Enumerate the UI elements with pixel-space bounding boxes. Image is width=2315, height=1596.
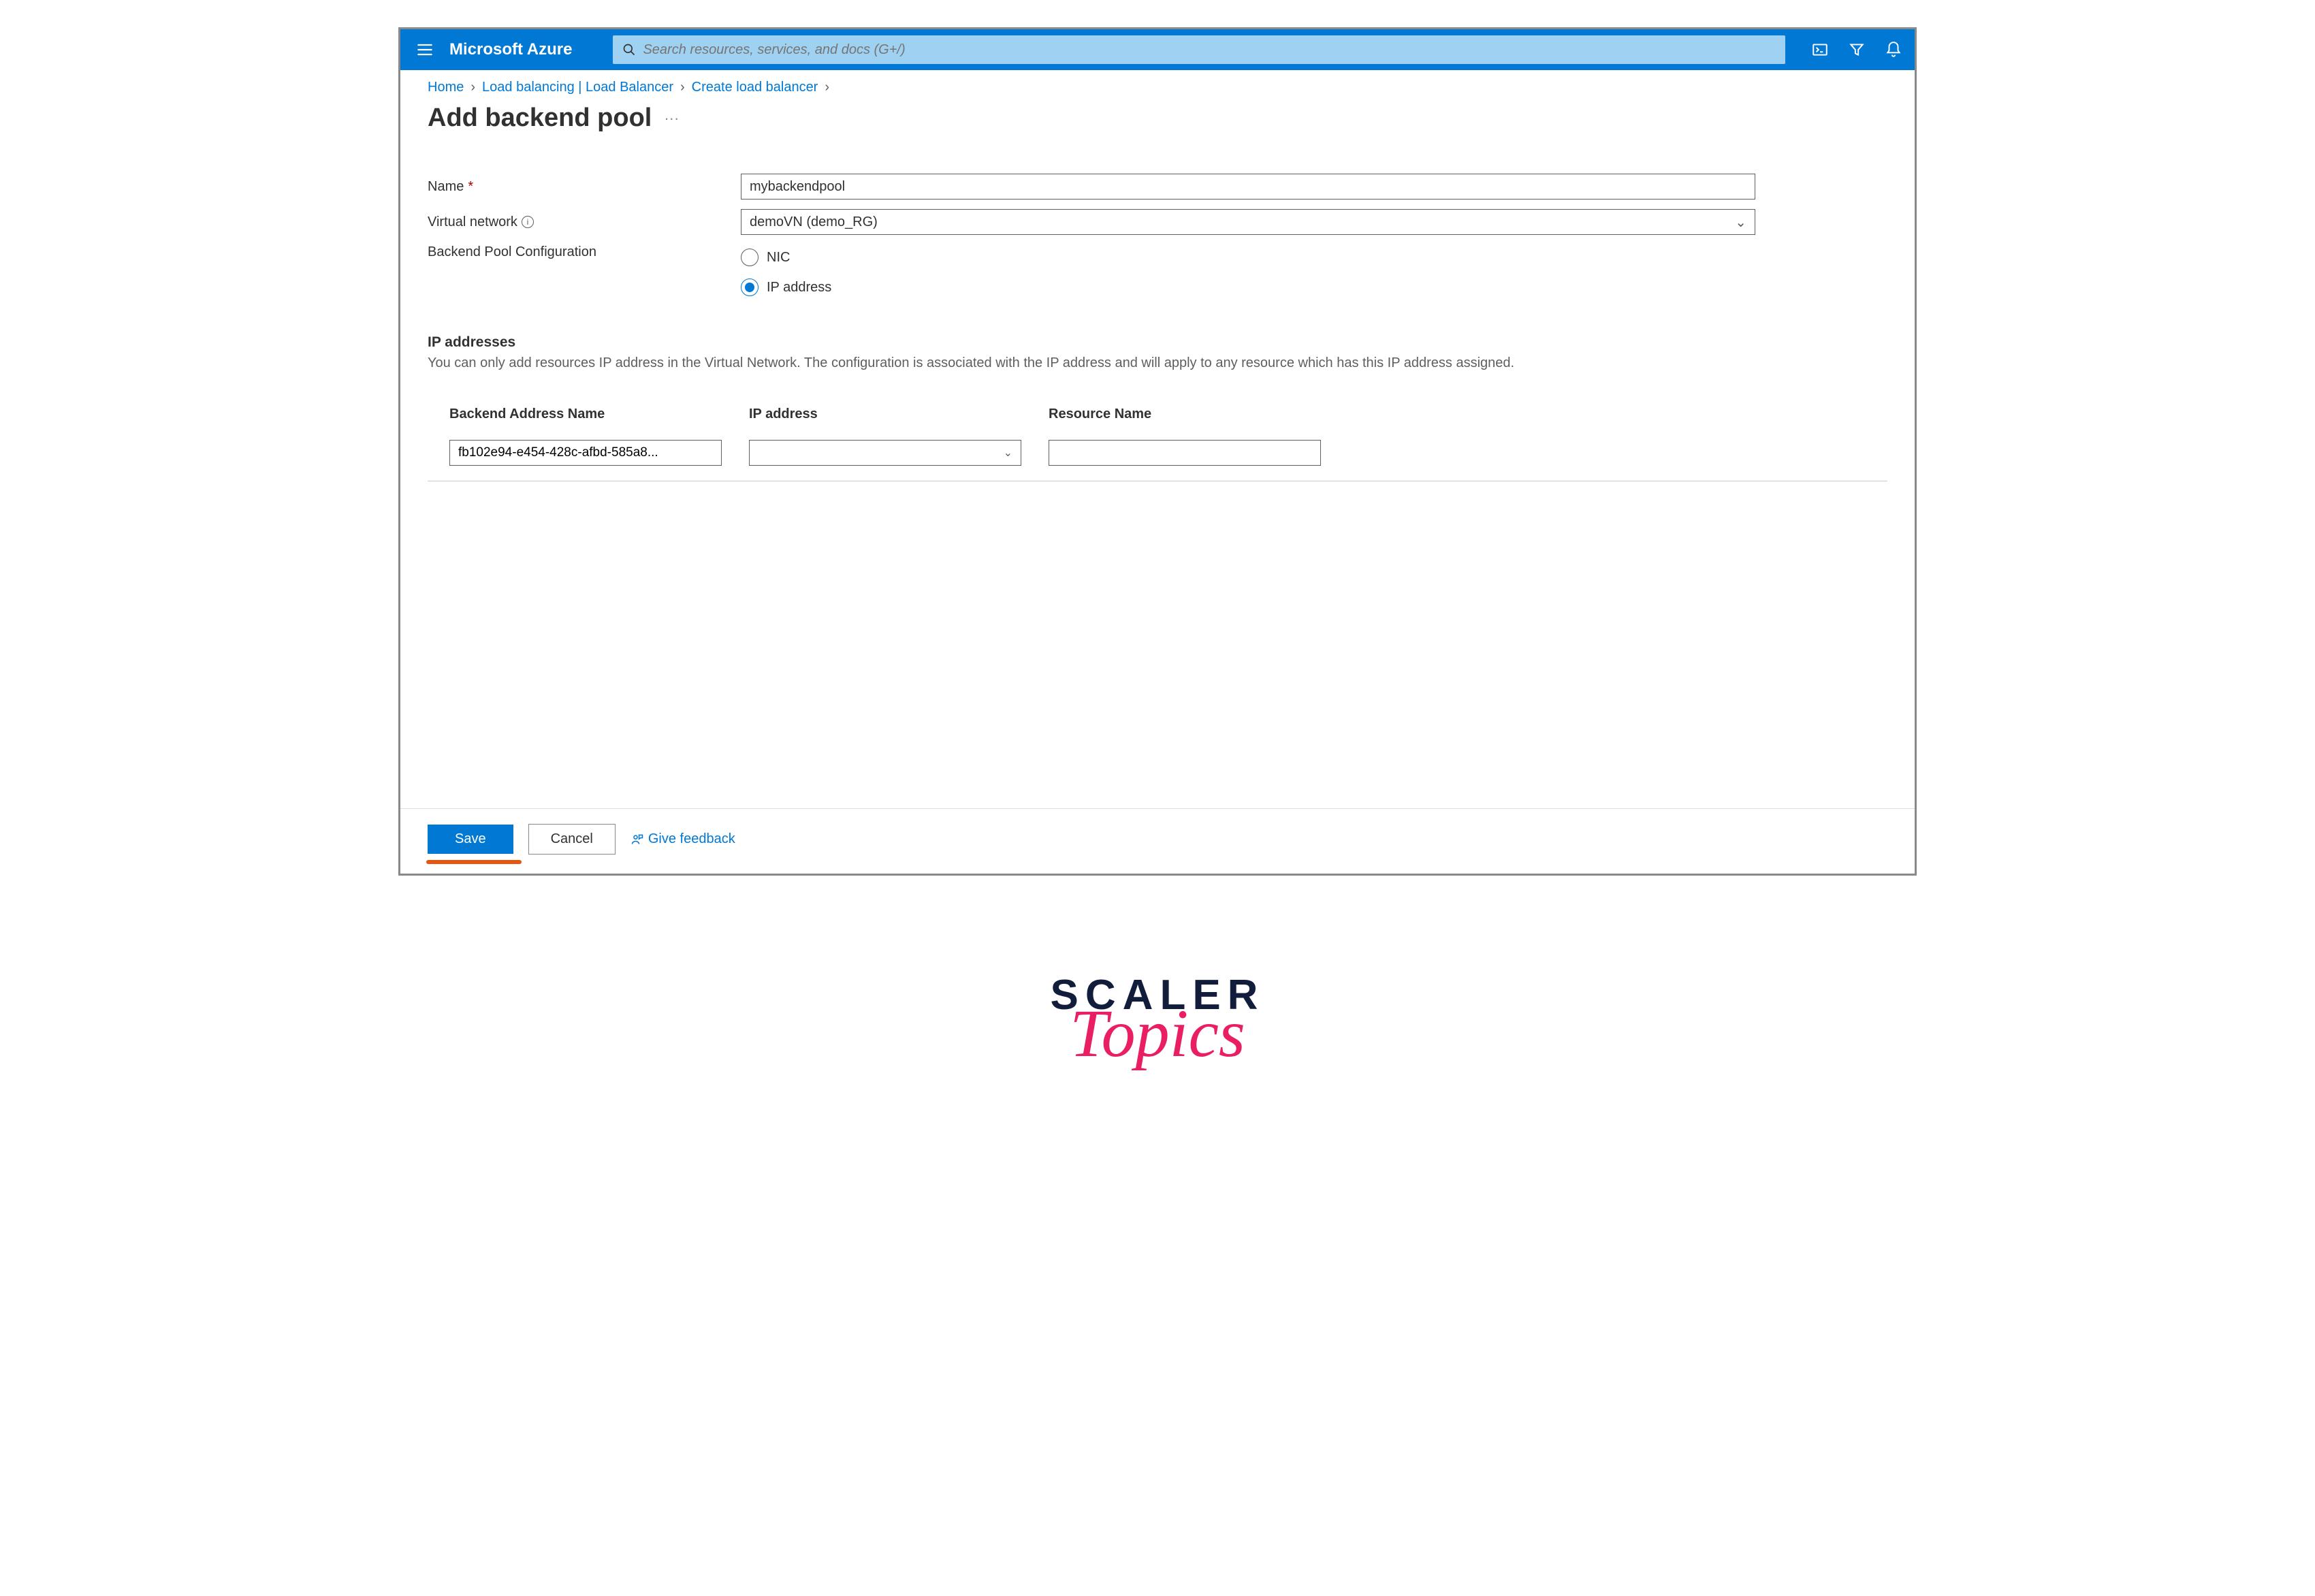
name-label-text: Name	[428, 179, 464, 195]
cancel-button[interactable]: Cancel	[528, 824, 616, 855]
highlight-underline	[426, 860, 522, 864]
vnet-select[interactable]: demoVN (demo_RG) ⌄	[741, 209, 1755, 235]
ip-address-select[interactable]: ⌄	[749, 440, 1021, 466]
info-icon[interactable]: i	[522, 216, 534, 228]
chevron-down-icon: ⌄	[1735, 214, 1746, 231]
vnet-label-text: Virtual network	[428, 214, 517, 230]
chevron-right-icon: ›	[825, 80, 829, 95]
notifications-button[interactable]	[1883, 39, 1904, 60]
vnet-label: Virtual network i	[428, 214, 741, 230]
bell-icon	[1885, 41, 1902, 59]
ip-grid-row: ⌄	[428, 433, 1887, 466]
brand-label: Microsoft Azure	[449, 40, 613, 59]
ip-section-title: IP addresses	[428, 334, 1887, 351]
content-area: Home › Load balancing | Load Balancer › …	[400, 70, 1915, 808]
config-radio-group: NIC IP address	[741, 244, 831, 300]
name-input[interactable]	[741, 174, 1755, 200]
required-asterisk: *	[468, 179, 473, 195]
form: Name* Virtual network i demoVN (demo_RG)…	[428, 174, 1887, 481]
name-row: Name*	[428, 174, 1887, 200]
give-feedback-link[interactable]: Give feedback	[630, 831, 735, 847]
backend-address-name-input[interactable]	[449, 440, 722, 466]
ip-grid-header: Backend Address Name IP address Resource…	[428, 406, 1887, 433]
breadcrumb-lb[interactable]: Load balancing | Load Balancer	[482, 80, 673, 95]
ip-section-desc: You can only add resources IP address in…	[428, 353, 1517, 372]
ip-grid-body: ⌄	[428, 433, 1887, 481]
feedback-label: Give feedback	[648, 831, 735, 847]
col-ip: IP address	[749, 406, 1049, 422]
top-icons	[1799, 39, 1915, 60]
resource-name-input[interactable]	[1049, 440, 1321, 466]
global-search[interactable]	[613, 35, 1785, 64]
top-bar: Microsoft Azure	[400, 29, 1915, 70]
page-title: Add backend pool	[428, 103, 652, 133]
radio-ip[interactable]: IP address	[741, 278, 831, 296]
search-icon	[622, 43, 636, 57]
chevron-right-icon: ›	[470, 80, 475, 95]
chevron-down-icon: ⌄	[1004, 446, 1012, 460]
radio-unchecked-icon	[741, 249, 759, 266]
breadcrumb-create[interactable]: Create load balancer	[692, 80, 818, 95]
search-input[interactable]	[643, 42, 1776, 58]
config-row: Backend Pool Configuration NIC IP addres…	[428, 244, 1887, 300]
directories-button[interactable]	[1847, 39, 1867, 60]
radio-nic[interactable]: NIC	[741, 249, 831, 266]
radio-nic-label: NIC	[767, 250, 790, 266]
cloud-shell-icon	[1811, 41, 1829, 59]
page-title-row: Add backend pool ···	[428, 103, 1887, 133]
more-actions-button[interactable]: ···	[664, 110, 679, 127]
breadcrumb: Home › Load balancing | Load Balancer › …	[428, 80, 1887, 95]
chevron-right-icon: ›	[680, 80, 685, 95]
spacer	[428, 481, 1887, 808]
breadcrumb-home[interactable]: Home	[428, 80, 464, 95]
hamburger-menu-button[interactable]	[400, 40, 449, 59]
topics-text: Topics	[1051, 1003, 1265, 1064]
person-feedback-icon	[630, 833, 644, 846]
radio-checked-icon	[741, 278, 759, 296]
vnet-row: Virtual network i demoVN (demo_RG) ⌄	[428, 209, 1887, 235]
cloud-shell-button[interactable]	[1810, 39, 1830, 60]
filter-icon	[1848, 41, 1866, 59]
footer-bar: Save Cancel Give feedback	[400, 808, 1915, 874]
col-name: Backend Address Name	[449, 406, 749, 422]
radio-ip-label: IP address	[767, 280, 831, 296]
scaler-logo: SCALER Topics	[1051, 971, 1265, 1064]
name-label: Name*	[428, 179, 741, 195]
config-label: Backend Pool Configuration	[428, 244, 741, 260]
col-res: Resource Name	[1049, 406, 1348, 422]
vnet-value: demoVN (demo_RG)	[750, 214, 878, 230]
hamburger-icon	[415, 40, 434, 59]
azure-window: Microsoft Azure Home › Load balancing | …	[398, 27, 1917, 876]
ip-section: IP addresses You can only add resources …	[428, 334, 1887, 372]
save-button[interactable]: Save	[428, 825, 513, 854]
